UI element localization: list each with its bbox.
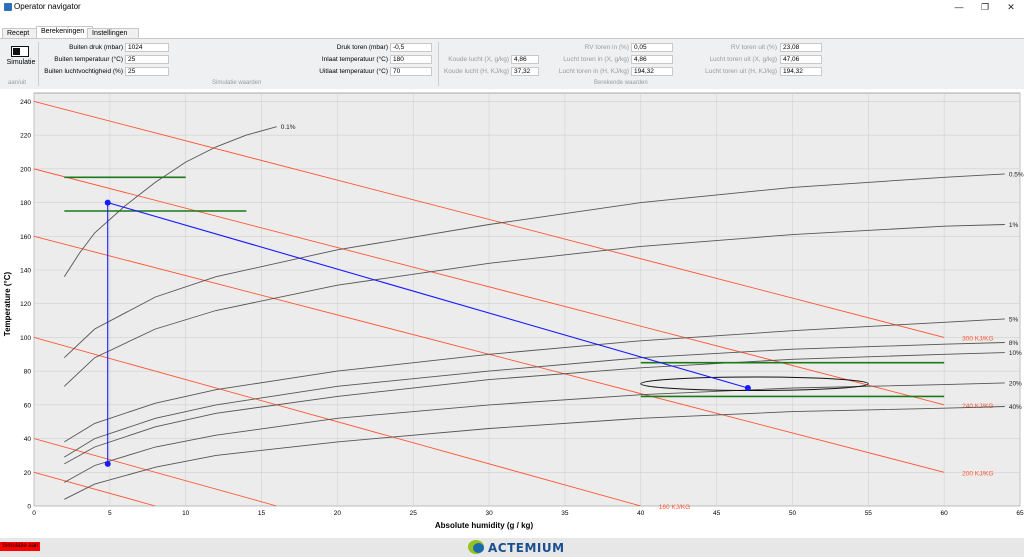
enthalpy-label: 200 KJ/KG: [962, 470, 993, 477]
y-tick-label: 80: [24, 369, 32, 376]
berekeningen-panel: Simulatie aan/uit Buiten druk (mbar) Bui…: [0, 38, 1024, 90]
buiten-druk-input[interactable]: [125, 43, 169, 52]
simulation-status-badge: Simulatie aan: [0, 542, 41, 551]
y-tick-label: 120: [20, 301, 31, 308]
lucht-toren-uit-h-label: Lucht toren uit (H, KJ/kg): [705, 68, 777, 75]
app-icon: [4, 3, 12, 11]
rh-curve-label: 1%: [1009, 222, 1019, 229]
x-tick-label: 55: [865, 510, 873, 517]
x-tick-label: 40: [637, 510, 645, 517]
actemium-logo-icon: [468, 540, 484, 554]
y-tick-label: 200: [20, 166, 31, 173]
x-tick-label: 35: [561, 510, 569, 517]
lucht-toren-in-h-label: Lucht toren in (H, KJ/kg): [558, 68, 629, 75]
rv-toren-in-label: RV toren in (%): [584, 44, 629, 51]
aan-uit-caption: aan/uit: [8, 80, 27, 86]
mollier-chart[interactable]: 0 5 10 15 20 25 30 35 40 45 50 55 60 65 0 20 40 60 80 100 12…: [0, 89, 1024, 538]
rh-curve-label: 10%: [1009, 350, 1022, 357]
x-tick-label: 15: [258, 510, 266, 517]
berekende-waarden-caption: Berekende waarden: [594, 80, 648, 86]
x-tick-label: 25: [410, 510, 418, 517]
uitlaat-temperatuur-label: Uitlaat temperatuur (°C): [319, 68, 388, 75]
process-point-inlet: [104, 199, 111, 206]
x-tick-label: 0: [32, 510, 36, 517]
x-axis-label: Absolute humidity (g / kg): [435, 521, 534, 530]
group-separator: [38, 42, 39, 86]
x-tick-label: 10: [182, 510, 190, 517]
x-tick-label: 45: [713, 510, 721, 517]
rv-toren-uit-label: RV toren uit (%): [730, 44, 777, 51]
y-tick-label: 20: [24, 470, 32, 477]
y-tick-label: 60: [24, 402, 32, 409]
y-tick-label: 220: [20, 133, 31, 140]
enthalpy-label: 240 KJ/KG: [962, 403, 993, 410]
lucht-toren-uit-x-input[interactable]: [780, 55, 822, 64]
y-tick-label: 180: [20, 200, 31, 207]
buiten-temperatuur-input[interactable]: [125, 55, 169, 64]
simulatie-waarden-caption: Simulatie waarden: [212, 80, 262, 86]
enthalpy-label: 300 KJ/KG: [962, 335, 993, 342]
window-title: Operator navigator: [14, 2, 81, 11]
restore-button[interactable]: ❐: [972, 0, 998, 14]
minimize-button[interactable]: —: [946, 0, 972, 14]
lucht-toren-in-h-input[interactable]: [631, 67, 673, 76]
enthalpy-label: 160 KJ/KG: [659, 504, 690, 511]
x-tick-label: 60: [941, 510, 949, 517]
grid: [33, 92, 1021, 507]
y-tick-label: 40: [24, 436, 32, 443]
buiten-temperatuur-label: Buiten temperatuur (°C): [54, 56, 123, 63]
x-tick-label: 20: [334, 510, 342, 517]
inlaat-temperatuur-input[interactable]: [390, 55, 432, 64]
buiten-luchtvochtigheid-label: Buiten luchtvochtigheid (%): [44, 68, 123, 75]
druk-toren-input[interactable]: [390, 43, 432, 52]
druk-toren-label: Druk toren (mbar): [336, 44, 388, 51]
process-point-outlet: [744, 385, 751, 391]
rv-toren-uit-input[interactable]: [780, 43, 822, 52]
simulatie-toggle-button[interactable]: Simulatie: [4, 43, 35, 73]
y-tick-label: 0: [27, 504, 31, 511]
x-tick-label: 50: [789, 510, 797, 517]
simulatie-label: Simulatie: [6, 59, 36, 66]
rh-curve-label: 20%: [1009, 380, 1022, 387]
x-tick-label: 65: [1016, 510, 1024, 517]
lucht-toren-in-x-label: Lucht toren in (X, g/kg): [563, 56, 629, 63]
y-tick-label: 140: [20, 268, 31, 275]
group-separator: [438, 42, 439, 86]
rh-curve-label: 0.1%: [281, 124, 296, 131]
lucht-toren-uit-h-input[interactable]: [780, 67, 822, 76]
koude-lucht-h-input[interactable]: [511, 67, 539, 76]
mollier-chart-panel: 0 5 10 15 20 25 30 35 40 45 50 55 60 65 0 20 40 60 80 100 12…: [0, 89, 1024, 538]
title-bar: Operator navigator — ❐ ✕: [0, 0, 1024, 14]
x-tick-label: 5: [108, 510, 112, 517]
rh-curve-label: 5%: [1009, 316, 1019, 323]
rh-curve-label: 40%: [1009, 404, 1022, 411]
y-tick-label: 160: [20, 234, 31, 241]
buiten-luchtvochtigheid-input[interactable]: [125, 67, 169, 76]
plot-background: [33, 92, 1021, 507]
toggle-switch-icon: [11, 46, 29, 57]
process-point-outside: [104, 460, 111, 467]
koude-lucht-h-label: Koude lucht (H, KJ/kg): [443, 68, 509, 75]
koude-lucht-x-input[interactable]: [511, 55, 539, 64]
y-tick-label: 100: [20, 335, 31, 342]
inlaat-temperatuur-label: Inlaat temperatuur (°C): [321, 56, 388, 63]
close-button[interactable]: ✕: [998, 0, 1024, 14]
koude-lucht-x-label: Koude lucht (X, g/kg): [448, 56, 509, 63]
y-tick-label: 240: [20, 99, 31, 106]
rh-curve-label: 0.5%: [1009, 171, 1024, 178]
y-axis-label: Temperature (°C): [3, 271, 12, 336]
buiten-druk-label: Buiten druk (mbar): [69, 44, 123, 51]
rh-curve-label: 8%: [1009, 340, 1019, 347]
uitlaat-temperatuur-input[interactable]: [390, 67, 432, 76]
status-bar: Simulatie aan ACTEMIUM: [0, 538, 1024, 557]
x-tick-label: 30: [485, 510, 493, 517]
rv-toren-in-input[interactable]: [631, 43, 673, 52]
lucht-toren-uit-x-label: Lucht toren uit (X, g/kg): [709, 56, 777, 63]
lucht-toren-in-x-input[interactable]: [631, 55, 673, 64]
actemium-logo-text: ACTEMIUM: [488, 541, 565, 555]
